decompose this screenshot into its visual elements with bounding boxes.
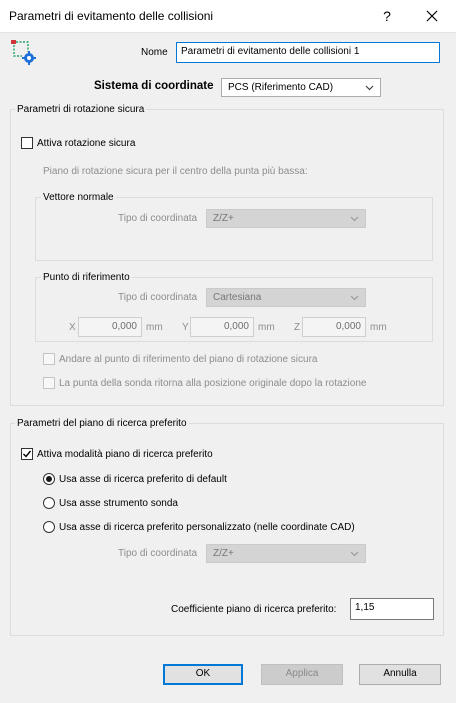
checkmark-icon bbox=[23, 450, 32, 458]
normal-coord-type-select[interactable]: Z/Z+ bbox=[206, 209, 366, 228]
help-button[interactable]: ? bbox=[372, 6, 402, 26]
x-label: X bbox=[69, 322, 76, 333]
rotation-plane-desc: Piano di rotazione sicura per il centro … bbox=[43, 166, 308, 177]
return-original-label: La punta della sonda ritorna alla posizi… bbox=[59, 378, 367, 389]
apply-button[interactable]: Applica bbox=[261, 664, 343, 685]
window-title: Parametri di evitamento delle collisioni bbox=[9, 9, 214, 23]
z-label: Z bbox=[294, 322, 301, 333]
ref-coord-type-value: Cartesiana bbox=[213, 292, 262, 303]
radio-custom-axis-label: Usa asse di ricerca preferito personaliz… bbox=[59, 522, 355, 533]
radio-tool-axis-label: Usa asse strumento sonda bbox=[59, 498, 178, 509]
close-icon bbox=[426, 10, 438, 22]
radio-custom-axis[interactable] bbox=[43, 521, 55, 533]
chevron-down-icon bbox=[350, 216, 359, 222]
x-field[interactable]: 0,000 bbox=[78, 317, 142, 337]
search-plane-label: Attiva modalità piano di ricerca preferi… bbox=[37, 449, 213, 460]
ref-coord-type-label: Tipo di coordinata bbox=[118, 292, 198, 303]
chevron-down-icon bbox=[350, 551, 359, 557]
search-coord-type-select[interactable]: Z/Z+ bbox=[206, 544, 366, 563]
search-coord-type-label: Tipo di coordinata bbox=[118, 548, 198, 559]
chevron-down-icon bbox=[365, 85, 374, 91]
search-plane-checkbox[interactable] bbox=[21, 448, 33, 460]
ref-coord-type-select[interactable]: Cartesiana bbox=[206, 288, 366, 307]
radio-selected-dot bbox=[46, 476, 52, 482]
x-unit: mm bbox=[146, 322, 163, 333]
goto-ref-label: Andare al punto di riferimento del piano… bbox=[59, 354, 318, 365]
coord-system-select[interactable]: PCS (Riferimento CAD) bbox=[221, 78, 381, 97]
y-unit: mm bbox=[258, 322, 275, 333]
title-bar: Parametri di evitamento delle collisioni… bbox=[0, 0, 456, 33]
radio-default-axis[interactable] bbox=[43, 473, 55, 485]
safe-rotation-label: Attiva rotazione sicura bbox=[37, 138, 136, 149]
name-field[interactable]: Parametri di evitamento delle collisioni… bbox=[176, 42, 440, 63]
cancel-button[interactable]: Annulla bbox=[359, 664, 441, 685]
coord-system-label: Sistema di coordinate bbox=[94, 80, 214, 92]
search-coord-type-value: Z/Z+ bbox=[213, 548, 234, 559]
close-button[interactable] bbox=[417, 6, 447, 26]
reference-point-title: Punto di riferimento bbox=[41, 272, 132, 283]
coefficient-label: Coefficiente piano di ricerca preferito: bbox=[171, 604, 337, 615]
coefficient-field[interactable]: 1,15 bbox=[350, 598, 434, 620]
safe-rotation-checkbox[interactable] bbox=[21, 137, 33, 149]
coord-system-value: PCS (Riferimento CAD) bbox=[228, 82, 334, 93]
collision-params-icon bbox=[10, 38, 38, 66]
name-label: Nome bbox=[141, 47, 168, 58]
z-unit: mm bbox=[370, 322, 387, 333]
radio-tool-axis[interactable] bbox=[43, 497, 55, 509]
normal-vector-title: Vettore normale bbox=[41, 192, 116, 203]
search-plane-group-title: Parametri del piano di ricerca preferito bbox=[15, 418, 189, 429]
y-field[interactable]: 0,000 bbox=[190, 317, 254, 337]
goto-ref-checkbox[interactable] bbox=[43, 353, 55, 365]
radio-default-axis-label: Usa asse di ricerca preferito di default bbox=[59, 474, 227, 485]
ok-button[interactable]: OK bbox=[163, 664, 243, 685]
chevron-down-icon bbox=[350, 295, 359, 301]
normal-vector-group bbox=[35, 197, 433, 261]
normal-coord-type-value: Z/Z+ bbox=[213, 213, 234, 224]
normal-coord-type-label: Tipo di coordinata bbox=[118, 213, 198, 224]
z-field[interactable]: 0,000 bbox=[302, 317, 366, 337]
safe-rotation-group-title: Parametri di rotazione sicura bbox=[15, 104, 147, 115]
return-original-checkbox[interactable] bbox=[43, 377, 55, 389]
y-label: Y bbox=[182, 322, 189, 333]
